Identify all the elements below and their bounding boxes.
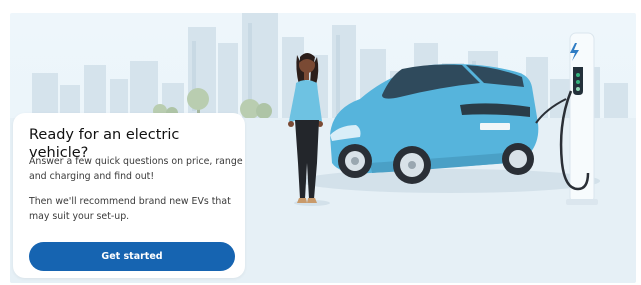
intro-text: Answer a few quick questions on price, r…: [29, 156, 243, 182]
ev-promo-page: Ready for an electric vehicle? Answer a …: [0, 0, 641, 285]
city-skyline: [32, 13, 628, 118]
recommendation-text: Then we'll recommend brand new EVs that …: [29, 196, 231, 222]
get-started-button[interactable]: Get started: [29, 242, 235, 271]
ev-promo-card: Ready for an electric vehicle? Answer a …: [13, 113, 245, 278]
